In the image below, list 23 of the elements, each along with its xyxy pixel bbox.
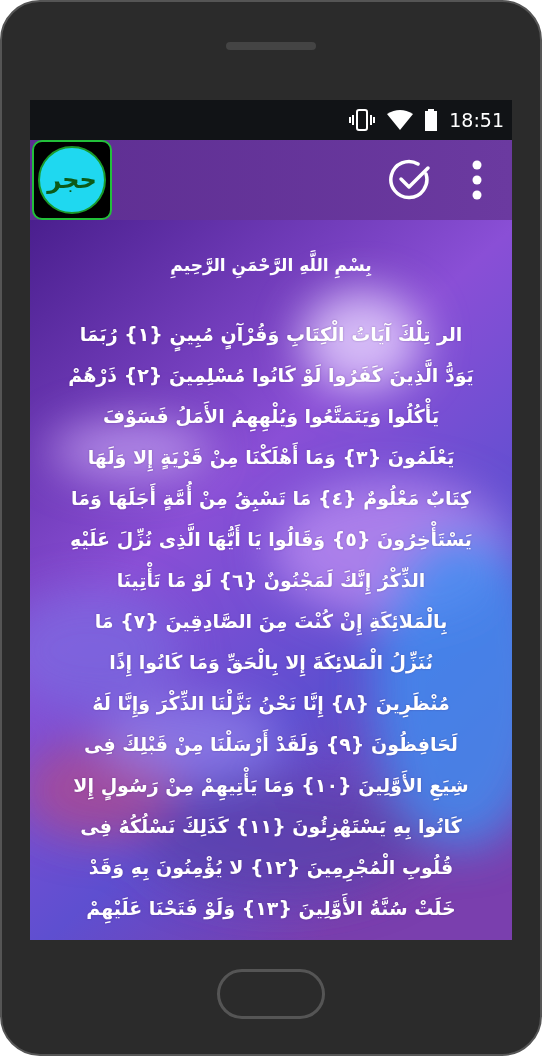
status-time: 18:51 [449,109,504,131]
verse-text-line: خَلَتْ سُنَّةُ الأَوَّلِينَ {١٣} وَلَوْ فَتَحْنَا عَلَيْهِمْ [86,888,456,929]
verse-text-line: قُلُوبِ الْمُجْرِمِينَ {١٢} لا يُؤْمِنُونَ بِهِ وَقَدْ [88,847,454,888]
verse-text-line: الر تِلْكَ آيَاتُ الْكِتَابِ وَقُرْآنٍ مُبِينٍ {١} رُبَمَا [79,314,463,355]
verse-text-line: يَسْتَأْخِرُونَ {٥} وَقَالُوا يَا أَيُّهَا الَّذِى نُزِّلَ عَلَيْهِ [70,519,472,560]
verse-text-line: كَانُوا بِهِ يَسْتَهْزِئُونَ {١١} كَذَلِكَ نَسْلُكُهُ فِى [80,806,462,847]
verse-text-line: يَأْكُلُوا وَيَتَمَتَّعُوا وَيُلْهِهِمُ الأَمَلُ فَسَوْفَ [102,396,440,437]
verse-text-line: شِيَعِ الأَوَّلِينَ {١٠} وَمَا يَأْتِيهِمْ مِنْ رَسُولٍ إِلا [73,765,469,806]
vibrate-icon [349,109,376,131]
verse-text-line: كِتَابٌ مَعْلُومٌ {٤} مَا تَسْبِقُ مِنْ أُمَّةٍ أَجَلَهَا وَمَا [71,478,471,519]
check-circle-icon[interactable] [388,158,432,202]
verse-text-line: يَوَدُّ الَّذِينَ كَفَرُوا لَوْ كَانُوا مُسْلِمِينَ {٢} ذَرْهُمْ [68,355,474,396]
wifi-icon [387,110,414,130]
verse-text-line: نُنَزِّلُ الْمَلائِكَةَ إِلا بِالْحَقِّ وَمَا كَانُوا إِذًا [109,642,433,683]
app-logo[interactable]: حجر [32,140,112,220]
verse-text-line: لَحَافِظُونَ {٩} وَلَقَدْ أَرْسَلْنَا مِنْ قَبْلِكَ فِى [84,724,458,765]
verse-text-line: يَعْلَمُونَ {٣} وَمَا أَهْلَكْنَا مِنْ قَرْيَةٍ إِلا وَلَهَا [87,437,455,478]
verse-text-line: بِالْمَلائِكَةِ إِنْ كُنْتَ مِنَ الصَّادِقِينَ {٧} مَا [94,601,448,642]
basmala-heading: بِسْمِ اللَّهِ الرَّحْمَنِ الرَّحِيمِ [170,246,372,284]
verse-text-line: مُنْظَرِينَ {٨} إِنَّا نَحْنُ نَزَّلْنَا الذِّكْرَ وَإِنَّا لَهُ [92,683,450,724]
verse-text-line: الذِّكْرُ إِنَّكَ لَمَجْنُونٌ {٦} لَوْ مَا تَأْتِينَا [116,560,426,601]
battery-icon [425,109,438,131]
more-options-icon[interactable] [472,160,482,200]
